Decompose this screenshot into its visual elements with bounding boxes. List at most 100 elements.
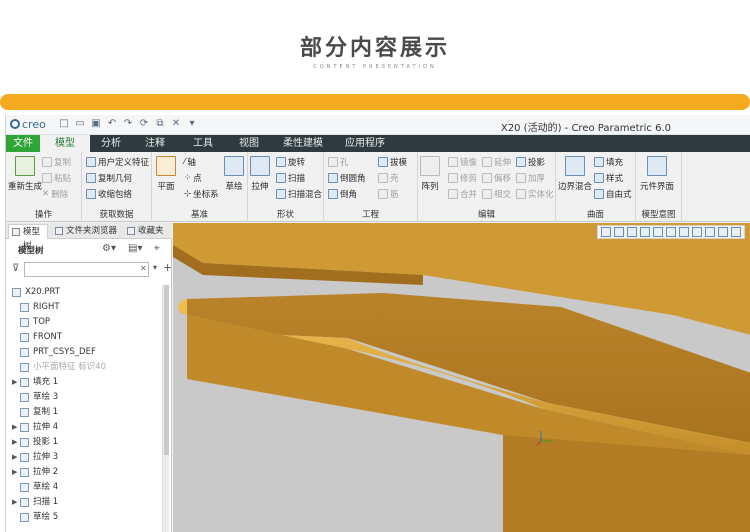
tab-model[interactable]: 模型 xyxy=(40,135,90,152)
plane-button[interactable]: 平面 xyxy=(156,156,176,192)
tab-flexible-modeling[interactable]: 柔性建模 xyxy=(278,135,328,152)
group-label-operations[interactable]: 操作 xyxy=(6,208,81,220)
group-label-engineering[interactable]: 工程 xyxy=(324,208,417,220)
tab-file[interactable]: 文件 xyxy=(6,135,40,152)
boundary-blend-button[interactable]: 边界混合 xyxy=(558,156,592,192)
tree-item[interactable]: RIGHT xyxy=(6,300,164,315)
annotation-display-icon[interactable] xyxy=(718,227,728,237)
tab-model-tree[interactable]: 模型树 xyxy=(8,224,48,251)
merge-button[interactable]: 合并 xyxy=(448,188,477,200)
revolve-button[interactable]: 旋转 xyxy=(276,156,305,168)
copy-geometry-button[interactable]: 复制几何 xyxy=(86,172,132,184)
zoom-out-icon[interactable] xyxy=(627,227,637,237)
tree-item[interactable]: 小平面特征 标识40 xyxy=(6,360,164,375)
udf-button[interactable]: 用户定义特征 xyxy=(86,156,149,168)
tree-item[interactable]: 复制 1 xyxy=(6,405,164,420)
regenerate-icon[interactable]: ⟳ xyxy=(138,118,150,130)
tree-item[interactable]: ▶ 拉伸 4 xyxy=(6,420,164,435)
group-label-shapes[interactable]: 形状 xyxy=(248,208,323,220)
view-manager-icon[interactable] xyxy=(679,227,689,237)
rib-button[interactable]: 筋 xyxy=(378,188,399,200)
expand-arrow-icon[interactable]: ▶ xyxy=(12,435,17,450)
tree-item[interactable]: ▶ 扫描 1 xyxy=(6,495,164,510)
mirror-button[interactable]: 镜像 xyxy=(448,156,477,168)
round-button[interactable]: 倒圆角 xyxy=(328,172,366,184)
spin-center-icon[interactable] xyxy=(731,227,741,237)
show-icon[interactable]: ▤▾ xyxy=(128,243,142,254)
group-label-model-intent[interactable]: 模型意图 xyxy=(636,208,681,220)
tab-folder-browser[interactable]: 文件夹浏览器 xyxy=(52,224,120,239)
pattern-button[interactable]: 阵列 xyxy=(420,156,440,192)
undo-icon[interactable]: ↶ xyxy=(106,118,118,130)
tree-item[interactable]: TOP xyxy=(6,315,164,330)
clear-icon[interactable]: ✕ xyxy=(140,264,147,273)
open-folder-icon[interactable]: ▭ xyxy=(74,118,86,130)
style-button[interactable]: 样式 xyxy=(594,172,623,184)
close-window-icon[interactable]: ✕ xyxy=(170,118,182,130)
display-style-icon[interactable] xyxy=(653,227,663,237)
tree-item[interactable]: ▶ 填充 1 xyxy=(6,375,164,390)
swept-blend-button[interactable]: 扫描混合 xyxy=(276,188,322,200)
tab-annotate[interactable]: 注释 xyxy=(138,135,172,152)
extrude-button[interactable]: 拉伸 xyxy=(250,156,270,192)
tree-scrollbar[interactable] xyxy=(162,285,169,532)
shrinkwrap-button[interactable]: 收缩包络 xyxy=(86,188,132,200)
group-label-get-data[interactable]: 获取数据 xyxy=(82,208,151,220)
perspective-icon[interactable] xyxy=(692,227,702,237)
project-button[interactable]: 投影 xyxy=(516,156,545,168)
csys-button[interactable]: ⊹ 坐标系 xyxy=(184,188,219,200)
graphics-viewport[interactable] xyxy=(173,223,750,532)
save-icon[interactable]: ▣ xyxy=(90,118,102,130)
delete-button[interactable]: ✕ 删除 xyxy=(42,188,68,200)
expand-arrow-icon[interactable]: ▶ xyxy=(12,375,17,390)
axis-button[interactable]: ⁄ 轴 xyxy=(184,156,196,168)
redo-icon[interactable]: ↷ xyxy=(122,118,134,130)
repaint-icon[interactable] xyxy=(640,227,650,237)
intersect-button[interactable]: 相交 xyxy=(482,188,511,200)
add-icon[interactable]: + xyxy=(163,261,172,274)
tree-item[interactable]: ▶ 投影 1 xyxy=(6,435,164,450)
customize-dropdown-icon[interactable]: ▾ xyxy=(186,118,198,130)
tab-favorites[interactable]: 收藏夹 xyxy=(124,224,170,239)
tree-item[interactable]: PRT_CSYS_DEF xyxy=(6,345,164,360)
tree-item[interactable]: X20.PRT xyxy=(6,285,164,300)
regenerate-button[interactable]: 重新生成 xyxy=(8,156,42,192)
tree-item[interactable]: ▶ 拉伸 3 xyxy=(6,450,164,465)
sketch-button[interactable]: 草绘 xyxy=(224,156,244,192)
group-label-editing[interactable]: 编辑 xyxy=(418,208,555,220)
fill-button[interactable]: 填充 xyxy=(594,156,623,168)
expand-arrow-icon[interactable]: ▶ xyxy=(12,495,17,510)
solidify-button[interactable]: 实体化 xyxy=(516,188,554,200)
search-input[interactable] xyxy=(24,262,149,277)
freestyle-button[interactable]: 自由式 xyxy=(594,188,632,200)
windows-icon[interactable]: ⧉ xyxy=(154,118,166,130)
expand-arrow-icon[interactable]: ▶ xyxy=(12,450,17,465)
tab-view[interactable]: 视图 xyxy=(232,135,266,152)
thicken-button[interactable]: 加厚 xyxy=(516,172,545,184)
chamfer-button[interactable]: 倒角 xyxy=(328,188,357,200)
tree-item[interactable]: ▶ 拉伸 2 xyxy=(6,465,164,480)
sweep-button[interactable]: 扫描 xyxy=(276,172,305,184)
component-interface-button[interactable]: 元件界面 xyxy=(640,156,674,192)
expand-arrow-icon[interactable]: ▶ xyxy=(12,420,17,435)
refit-icon[interactable] xyxy=(601,227,611,237)
tab-tools[interactable]: 工具 xyxy=(186,135,220,152)
group-label-datum[interactable]: 基准 xyxy=(152,208,247,220)
filter-icon[interactable]: ⊽ xyxy=(12,263,19,274)
expand-arrow-icon[interactable]: ▶ xyxy=(12,465,17,480)
tree-item[interactable]: 草绘 5 xyxy=(6,510,164,525)
tab-analysis[interactable]: 分析 xyxy=(94,135,128,152)
offset-button[interactable]: 偏移 xyxy=(482,172,511,184)
group-label-surfaces[interactable]: 曲面 xyxy=(556,208,635,220)
settings-icon[interactable]: ⚙▾ xyxy=(102,243,116,254)
shell-button[interactable]: 壳 xyxy=(378,172,399,184)
datum-display-icon[interactable] xyxy=(705,227,715,237)
draft-button[interactable]: 拔模 xyxy=(378,156,407,168)
pin-icon[interactable]: ⌖ xyxy=(154,243,160,254)
tree-item[interactable]: 草绘 4 xyxy=(6,480,164,495)
zoom-in-icon[interactable] xyxy=(614,227,624,237)
extend-button[interactable]: 延伸 xyxy=(482,156,511,168)
dropdown-icon[interactable]: ▾ xyxy=(153,263,157,272)
copy-button[interactable]: 复制 xyxy=(42,156,71,168)
trim-button[interactable]: 修剪 xyxy=(448,172,477,184)
